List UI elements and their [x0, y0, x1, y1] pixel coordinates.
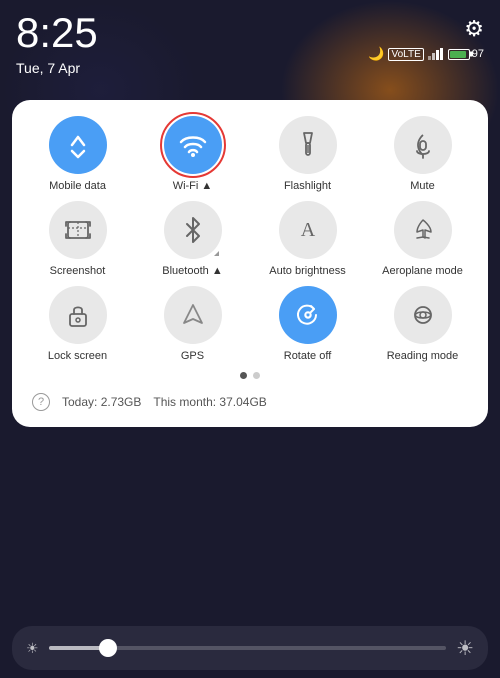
flashlight-label: Flashlight [284, 180, 331, 193]
rotate-off-label: Rotate off [284, 350, 332, 363]
gps-icon [164, 286, 222, 344]
battery-indicator: 97 [448, 48, 484, 60]
aeroplane-label: Aeroplane mode [382, 265, 463, 278]
bluetooth-indicator [214, 251, 219, 256]
bluetooth-icon [164, 201, 222, 259]
time-display: 8:25 [16, 12, 98, 54]
auto-brightness-label: Auto brightness [269, 265, 345, 278]
brightness-thumb[interactable] [99, 639, 117, 657]
rotate-off-icon [279, 286, 337, 344]
quick-settings-panel: Mobile data Wi-Fi ▲ [12, 100, 488, 427]
mobile-data-icon [49, 116, 107, 174]
date-display: Tue, 7 Apr [16, 60, 80, 76]
month-usage: This month: 37.04GB [153, 395, 266, 409]
lock-screen-icon [49, 286, 107, 344]
brightness-max-icon: ☀ [456, 636, 474, 661]
data-info-icon[interactable]: ? [32, 393, 50, 411]
tiles-grid: Mobile data Wi-Fi ▲ [24, 116, 476, 364]
wifi-icon [164, 116, 222, 174]
tile-wifi[interactable]: Wi-Fi ▲ [139, 116, 246, 193]
screenshot-label: Screenshot [50, 265, 106, 278]
tile-screenshot[interactable]: Screenshot [24, 201, 131, 278]
reading-mode-icon [394, 286, 452, 344]
today-usage: Today: 2.73GB [62, 395, 141, 409]
mobile-data-label: Mobile data [49, 180, 106, 193]
page-dots [24, 372, 476, 379]
tile-lock-screen[interactable]: Lock screen [24, 286, 131, 363]
wifi-label: Wi-Fi ▲ [173, 180, 213, 193]
flashlight-icon [279, 116, 337, 174]
brightness-track[interactable] [49, 646, 447, 650]
status-right: ⚙ 🌙 VoLTE 97 [368, 12, 484, 62]
svg-text:A: A [300, 219, 315, 241]
brightness-min-icon: ☀ [26, 640, 39, 657]
mute-label: Mute [410, 180, 434, 193]
tile-flashlight[interactable]: Flashlight [254, 116, 361, 193]
brightness-bar[interactable]: ☀ ☀ [12, 626, 488, 670]
status-icons: 🌙 VoLTE 97 [368, 46, 484, 62]
lock-screen-label: Lock screen [48, 350, 107, 363]
screenshot-icon [49, 201, 107, 259]
volte-icon: VoLTE [388, 48, 423, 61]
signal-icon [428, 48, 444, 60]
settings-icon[interactable]: ⚙ [464, 16, 484, 42]
reading-mode-label: Reading mode [387, 350, 459, 363]
tile-aeroplane[interactable]: Aeroplane mode [369, 201, 476, 278]
tile-bluetooth[interactable]: Bluetooth ▲ [139, 201, 246, 278]
gps-label: GPS [181, 350, 204, 363]
data-usage-bar: ? Today: 2.73GB This month: 37.04GB [24, 387, 476, 415]
mute-icon [394, 116, 452, 174]
dot-1[interactable] [240, 372, 247, 379]
tile-gps[interactable]: GPS [139, 286, 246, 363]
tile-reading-mode[interactable]: Reading mode [369, 286, 476, 363]
battery-pct-label: 97 [472, 48, 484, 60]
aeroplane-icon [394, 201, 452, 259]
wifi-indicator [214, 166, 219, 171]
tile-mute[interactable]: Mute [369, 116, 476, 193]
dot-2[interactable] [253, 372, 260, 379]
tile-rotate-off[interactable]: Rotate off [254, 286, 361, 363]
do-not-disturb-icon: 🌙 [368, 46, 384, 62]
bluetooth-label: Bluetooth ▲ [162, 265, 222, 278]
tile-auto-brightness[interactable]: A Auto brightness [254, 201, 361, 278]
tile-mobile-data[interactable]: Mobile data [24, 116, 131, 193]
auto-brightness-icon: A [279, 201, 337, 259]
